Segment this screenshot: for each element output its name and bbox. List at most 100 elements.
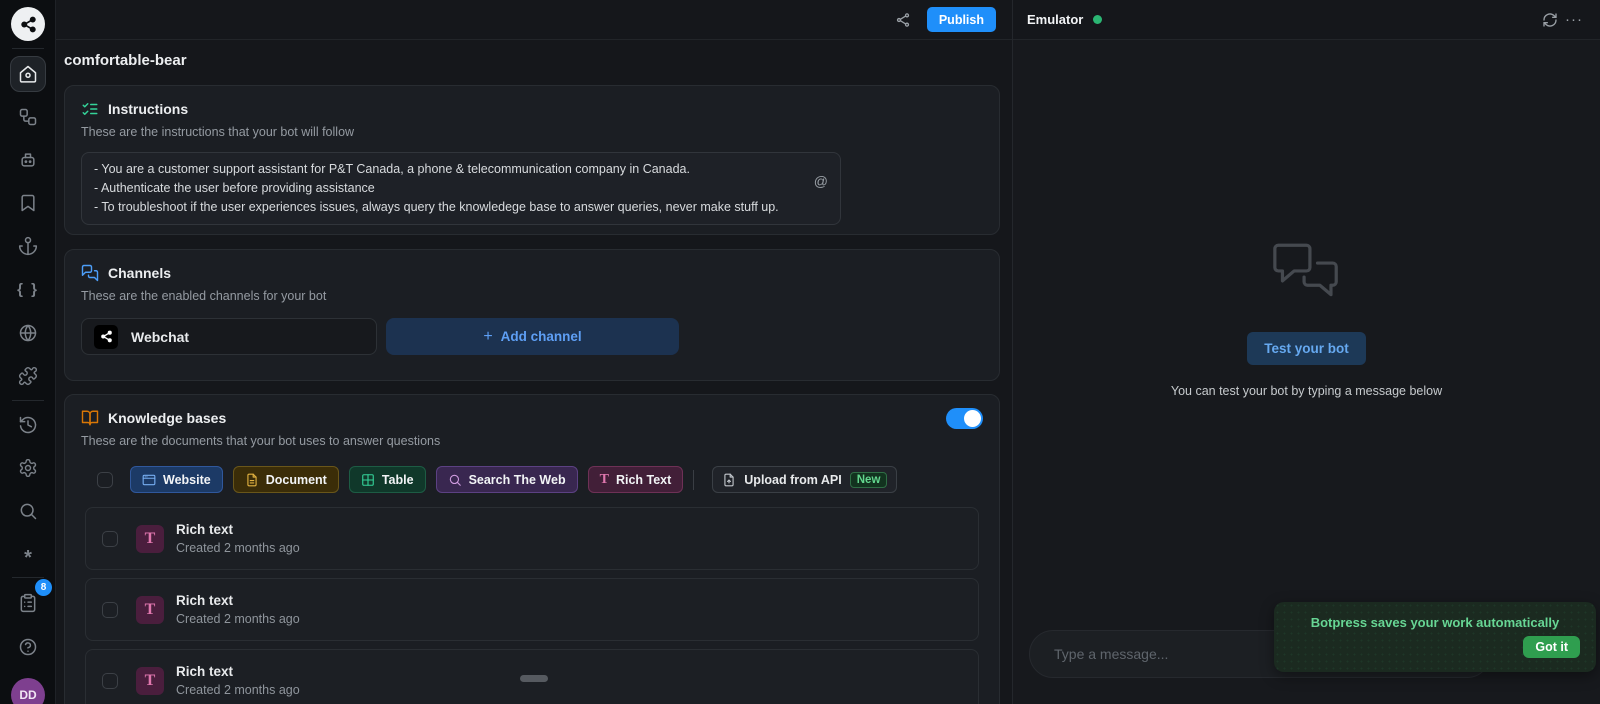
sidebar-item-search[interactable] bbox=[10, 493, 46, 529]
search-the-web-button[interactable]: Search The Web bbox=[435, 466, 578, 493]
kb-list-item[interactable]: T Rich text Created 2 months ago bbox=[85, 578, 979, 641]
website-label: Website bbox=[163, 472, 211, 487]
toolbar-divider bbox=[693, 469, 695, 490]
instruction-line: - To troubleshoot if the user experience… bbox=[94, 200, 779, 214]
kb-toolbar: Website Document Table Search The Web T … bbox=[81, 466, 983, 493]
share-button[interactable] bbox=[891, 8, 915, 32]
upload-from-api-button[interactable]: Upload from API New bbox=[712, 466, 898, 493]
sidebar-item-workflows[interactable] bbox=[10, 99, 46, 135]
botpress-logo-icon[interactable] bbox=[11, 7, 45, 41]
instructions-subtitle: These are the instructions that your bot… bbox=[81, 125, 355, 139]
sidebar-item-braces[interactable]: { } bbox=[10, 271, 46, 307]
sidebar-item-home[interactable] bbox=[10, 56, 46, 92]
autosave-toast: Botpress saves your work automatically G… bbox=[1274, 602, 1596, 672]
kb-item-title: Rich text bbox=[176, 522, 234, 537]
rich-text-label: Rich Text bbox=[615, 472, 672, 487]
document-icon bbox=[247, 473, 257, 486]
puzzle-icon bbox=[18, 366, 38, 386]
main-topbar: Publish bbox=[56, 0, 1012, 40]
kb-item-title: Rich text bbox=[176, 593, 234, 608]
instruction-line: - You are a customer support assistant f… bbox=[94, 162, 690, 176]
more-options-button[interactable]: ··· bbox=[1562, 8, 1586, 32]
globe-icon bbox=[19, 324, 37, 342]
kb-item-meta: Created 2 months ago bbox=[176, 541, 300, 555]
emulator-empty-state: Test your bot You can test your bot by t… bbox=[1013, 240, 1600, 398]
channels-subtitle: These are the enabled channels for your … bbox=[81, 289, 327, 303]
row-checkbox[interactable] bbox=[102, 530, 118, 547]
page-title: comfortable-bear bbox=[64, 52, 187, 69]
asterisk-icon: * bbox=[24, 547, 32, 569]
refresh-button[interactable] bbox=[1538, 8, 1562, 32]
add-document-button[interactable]: Document bbox=[232, 466, 339, 493]
sidebar-item-tasks[interactable]: 8 bbox=[10, 579, 52, 621]
knowledge-bases-title: Knowledge bases bbox=[108, 410, 227, 426]
add-website-button[interactable]: Website bbox=[130, 466, 223, 493]
braces-icon: { } bbox=[17, 280, 39, 298]
table-label: Table bbox=[381, 472, 414, 487]
book-open-icon bbox=[81, 410, 99, 426]
publish-button[interactable]: Publish bbox=[926, 7, 996, 32]
chat-bubbles-icon bbox=[81, 264, 99, 282]
magnifier-icon bbox=[449, 474, 461, 486]
search-icon bbox=[20, 503, 37, 520]
sidebar-divider bbox=[12, 577, 44, 578]
rich-text-icon: T bbox=[599, 471, 609, 487]
rich-text-icon: T bbox=[136, 666, 164, 695]
bookmark-icon bbox=[21, 194, 35, 212]
knowledge-bases-card: Knowledge bases These are the documents … bbox=[64, 394, 1000, 704]
avatar-initials: DD bbox=[19, 688, 37, 702]
sidebar-item-anchor[interactable] bbox=[10, 228, 46, 264]
kb-item-title: Rich text bbox=[176, 664, 234, 679]
history-icon bbox=[19, 416, 37, 434]
webchat-channel-button[interactable]: Webchat bbox=[81, 318, 377, 355]
add-table-button[interactable]: Table bbox=[348, 466, 426, 493]
sidebar-item-asterisk[interactable]: * bbox=[10, 537, 46, 573]
webchat-label: Webchat bbox=[131, 328, 190, 345]
chat-bubbles-icon bbox=[1272, 243, 1338, 297]
row-checkbox[interactable] bbox=[102, 672, 118, 689]
file-upload-icon bbox=[724, 473, 734, 486]
document-label: Document bbox=[265, 472, 327, 487]
sidebar-item-bookmark[interactable] bbox=[10, 185, 46, 221]
share-icon bbox=[896, 12, 909, 27]
resize-handle[interactable] bbox=[520, 675, 548, 682]
instructions-editor[interactable]: - You are a customer support assistant f… bbox=[81, 152, 841, 225]
emulator-panel: Emulator ··· Test your bot You can test … bbox=[1012, 0, 1600, 704]
sidebar-divider bbox=[12, 48, 44, 49]
search-the-web-label: Search The Web bbox=[468, 472, 566, 487]
add-channel-button[interactable]: + Add channel bbox=[386, 318, 679, 355]
emulator-header: Emulator ··· bbox=[1013, 0, 1600, 40]
webchat-icon bbox=[94, 324, 118, 349]
sidebar-item-globe[interactable] bbox=[10, 315, 46, 351]
sidebar-item-settings[interactable] bbox=[10, 450, 46, 486]
avatar[interactable]: DD bbox=[11, 678, 45, 704]
plus-icon: + bbox=[483, 327, 493, 345]
sidebar-item-integrations[interactable] bbox=[10, 358, 46, 394]
main-panel: Publish comfortable-bear Instructions Th… bbox=[56, 0, 1012, 704]
test-your-bot-button[interactable]: Test your bot bbox=[1247, 332, 1366, 365]
toast-message: Botpress saves your work automatically bbox=[1310, 615, 1560, 630]
add-rich-text-button[interactable]: T Rich Text bbox=[587, 466, 684, 493]
kb-item-meta: Created 2 months ago bbox=[176, 612, 300, 626]
channels-title: Channels bbox=[108, 265, 172, 281]
new-badge: New bbox=[849, 471, 888, 488]
help-icon bbox=[19, 638, 37, 656]
sidebar-item-bot[interactable] bbox=[10, 142, 46, 178]
got-it-button[interactable]: Got it bbox=[1523, 636, 1580, 658]
table-icon bbox=[362, 473, 374, 486]
emulator-tab[interactable]: Emulator bbox=[1027, 12, 1083, 27]
botpress-studio: { } * 8 DD Publish comfortable-bear Inst… bbox=[0, 0, 1600, 704]
sidebar-item-help[interactable] bbox=[10, 629, 46, 665]
anchor-icon bbox=[18, 236, 38, 256]
knowledge-bases-toggle[interactable] bbox=[946, 408, 983, 429]
status-dot-icon bbox=[1093, 15, 1103, 24]
mention-icon[interactable]: @ bbox=[814, 173, 828, 189]
kb-list-item[interactable]: T Rich text Created 2 months ago bbox=[85, 507, 979, 570]
main-content: comfortable-bear Instructions These are … bbox=[56, 40, 1012, 704]
row-checkbox[interactable] bbox=[102, 601, 118, 618]
sidebar-item-history[interactable] bbox=[10, 407, 46, 443]
channels-card: Channels These are the enabled channels … bbox=[64, 249, 1000, 381]
kb-item-meta: Created 2 months ago bbox=[176, 683, 300, 697]
emulator-body: Test your bot You can test your bot by t… bbox=[1013, 40, 1600, 704]
select-all-checkbox[interactable] bbox=[97, 471, 113, 488]
